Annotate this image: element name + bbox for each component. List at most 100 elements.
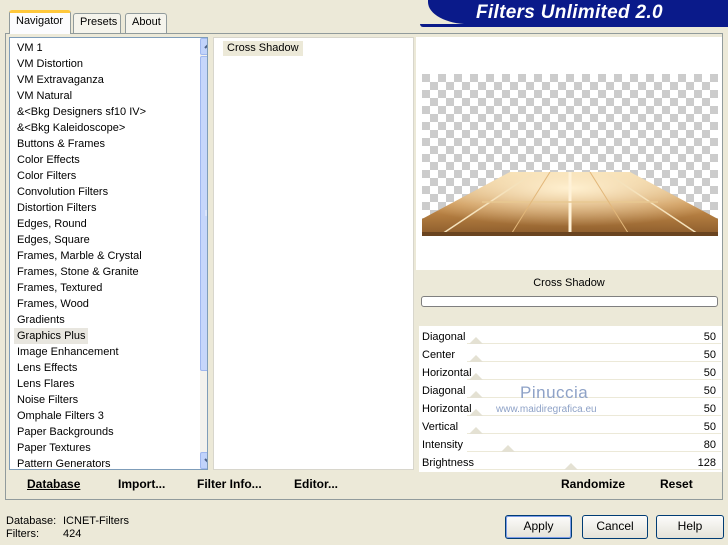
param-slider-track[interactable]	[467, 379, 721, 380]
filters-count-label: Filters:	[6, 528, 39, 540]
category-item[interactable]: VM Extravaganza	[14, 72, 107, 88]
category-item[interactable]: VM Natural	[14, 88, 75, 104]
param-slider-track[interactable]	[467, 433, 721, 434]
category-item[interactable]: Convolution Filters	[14, 184, 111, 200]
reset-label: Reset	[660, 477, 693, 491]
category-item[interactable]: Noise Filters	[14, 392, 81, 408]
scroll-down-arrow-icon	[204, 458, 207, 463]
help-button[interactable]: Help	[656, 515, 724, 539]
param-value: 128	[697, 457, 716, 469]
category-item[interactable]: Paper Backgrounds	[14, 424, 117, 440]
scroll-up-arrow-icon	[204, 44, 207, 49]
watermark-url: www.maidiregrafica.eu	[496, 404, 597, 415]
param-value: 80	[703, 439, 716, 451]
import-button[interactable]: Import...	[118, 477, 165, 491]
param-slider-thumb[interactable]	[564, 463, 578, 470]
param-label: Brightness	[422, 457, 474, 469]
param-slider-track[interactable]	[467, 361, 721, 362]
category-item[interactable]: Lens Effects	[14, 360, 80, 376]
param-row[interactable]: Center 50	[419, 346, 722, 364]
scroll-up-button[interactable]	[200, 38, 207, 55]
param-slider-thumb[interactable]	[469, 391, 483, 398]
category-item[interactable]: Frames, Marble & Crystal	[14, 248, 145, 264]
param-label: Horizontal	[422, 403, 472, 415]
param-slider-track[interactable]	[467, 397, 721, 398]
banner-underline	[420, 24, 728, 27]
param-slider-track[interactable]	[467, 343, 721, 344]
param-row[interactable]: Horizontal 50	[419, 364, 722, 382]
param-label: Center	[422, 349, 456, 361]
app-title: Filters Unlimited 2.0	[476, 2, 663, 23]
filter-item-cross-shadow[interactable]: Cross Shadow	[223, 41, 303, 56]
param-row[interactable]: Vertical 50	[419, 418, 722, 436]
category-item[interactable]: VM 1	[14, 40, 46, 56]
randomize-label: Randomize	[561, 477, 626, 491]
category-item[interactable]: Distortion Filters	[14, 200, 99, 216]
scroll-thumb[interactable]	[200, 56, 207, 371]
cancel-button[interactable]: Cancel	[582, 515, 648, 539]
preview-panel	[416, 37, 722, 270]
preview-filter-name: Cross Shadow	[533, 277, 605, 289]
param-slider-thumb[interactable]	[501, 445, 515, 452]
editor-label: Editor...	[294, 477, 339, 491]
reset-button[interactable]: Reset	[660, 477, 693, 491]
app-title-banner: Filters Unlimited 2.0	[428, 0, 728, 24]
param-value: 50	[703, 403, 716, 415]
category-item[interactable]: Edges, Square	[14, 232, 93, 248]
category-item[interactable]: Frames, Wood	[14, 296, 92, 312]
apply-button[interactable]: Apply	[505, 515, 572, 539]
filter-list[interactable]: Cross Shadow	[213, 37, 414, 470]
category-item[interactable]: Graphics Plus	[14, 328, 89, 344]
param-label: Diagonal	[422, 331, 466, 343]
category-item[interactable]: Gradients	[14, 312, 68, 328]
randomize-button[interactable]: Randomize	[561, 477, 625, 491]
category-item[interactable]: &<Bkg Designers sf10 IV>	[14, 104, 149, 120]
param-label: Diagonal	[422, 385, 466, 397]
param-slider-track[interactable]	[467, 415, 721, 416]
param-value: 50	[703, 349, 716, 361]
database-info-value: ICNET-Filters	[63, 515, 129, 527]
action-toolbar: Database Import... Filter Info... Editor…	[9, 472, 722, 498]
category-list-scrollbar[interactable]	[200, 38, 207, 469]
tab-about[interactable]: About	[125, 13, 167, 33]
preview-image	[422, 74, 718, 236]
param-slider-thumb[interactable]	[469, 355, 483, 362]
category-item[interactable]: Color Filters	[14, 168, 79, 184]
param-row[interactable]: Intensity 80	[419, 436, 722, 454]
category-item[interactable]: &<Bkg Kaleidoscope>	[14, 120, 128, 136]
category-list[interactable]: VM 1 VM Distortion VM Extravaganza VM Natur…	[9, 37, 208, 470]
category-item[interactable]: Image Enhancement	[14, 344, 122, 360]
param-slider-thumb[interactable]	[469, 373, 483, 380]
category-item[interactable]: Buttons & Frames	[14, 136, 108, 152]
tab-label: Navigator	[16, 15, 64, 27]
category-item[interactable]: VM Distortion	[14, 56, 86, 72]
database-info: Database: ICNET-Filters	[6, 515, 129, 527]
progress-bar	[421, 296, 718, 307]
category-item[interactable]: Paper Textures	[14, 440, 94, 456]
param-slider-thumb[interactable]	[469, 337, 483, 344]
category-item[interactable]: Pattern Generators	[14, 456, 114, 469]
category-item[interactable]: Lens Flares	[14, 376, 77, 392]
param-value: 50	[703, 367, 716, 379]
param-row[interactable]: Brightness 128	[419, 454, 722, 472]
editor-button[interactable]: Editor...	[294, 477, 338, 491]
cancel-label: Cancel	[596, 519, 634, 533]
category-item[interactable]: Edges, Round	[14, 216, 90, 232]
scroll-grip-icon	[205, 210, 207, 216]
scroll-down-button[interactable]	[200, 452, 207, 469]
param-slider-track[interactable]	[467, 469, 721, 470]
filter-info-button[interactable]: Filter Info...	[197, 477, 262, 491]
category-item[interactable]: Frames, Stone & Granite	[14, 264, 142, 280]
param-slider-thumb[interactable]	[469, 427, 483, 434]
param-slider-thumb[interactable]	[469, 409, 483, 416]
param-label: Horizontal	[422, 367, 472, 379]
category-item[interactable]: Color Effects	[14, 152, 83, 168]
database-button[interactable]: Database	[27, 477, 80, 491]
category-item[interactable]: Frames, Textured	[14, 280, 105, 296]
param-row[interactable]: Diagonal 50	[419, 328, 722, 346]
param-label: Vertical	[422, 421, 459, 433]
database-info-label: Database:	[6, 515, 57, 527]
tab-navigator[interactable]: Navigator	[9, 10, 71, 34]
category-item[interactable]: Omphale Filters 3	[14, 408, 107, 424]
tab-presets[interactable]: Presets	[73, 13, 121, 33]
